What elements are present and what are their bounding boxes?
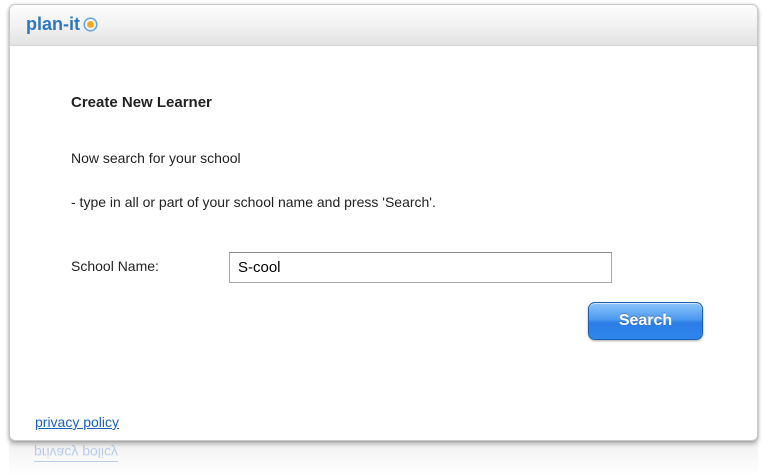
panel-reflection	[9, 442, 758, 476]
privacy-policy-link[interactable]: privacy policy	[35, 414, 119, 430]
instruction-text: Now search for your school	[71, 150, 241, 166]
page: plan-it Create New Learner Now search fo…	[0, 0, 773, 476]
school-name-input[interactable]	[229, 252, 612, 283]
privacy-policy-reflection: privacy policy	[34, 445, 119, 461]
logo-text: plan-it	[26, 13, 80, 34]
school-name-label: School Name:	[71, 258, 159, 274]
header-bar: plan-it	[10, 5, 757, 46]
main-panel: plan-it Create New Learner Now search fo…	[9, 4, 758, 441]
target-icon	[83, 16, 98, 32]
page-title: Create New Learner	[71, 94, 212, 111]
search-button[interactable]: Search	[588, 302, 703, 340]
logo[interactable]: plan-it	[26, 13, 98, 35]
instruction-detail-text: - type in all or part of your school nam…	[71, 194, 436, 210]
